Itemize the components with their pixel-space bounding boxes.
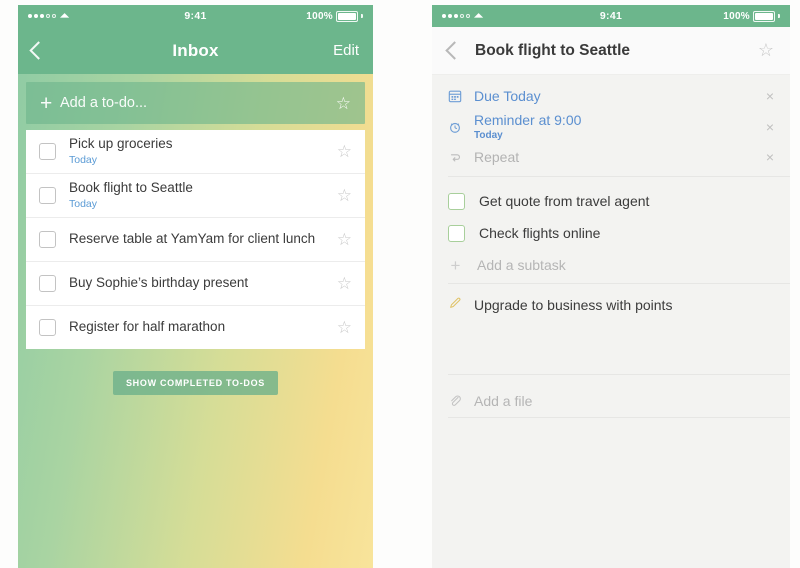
list-item[interactable]: Book flight to Seattle Today ☆ — [26, 174, 365, 218]
star-outline-icon[interactable]: ☆ — [337, 231, 352, 248]
due-date-label: Due Today — [474, 87, 541, 104]
list-item[interactable]: Reserve table at YamYam for client lunch… — [26, 218, 365, 262]
add-subtask-input[interactable]: + Add a subtask — [432, 249, 790, 281]
todo-title: Register for half marathon — [69, 319, 226, 335]
battery-cap — [778, 14, 780, 18]
todo-checkbox[interactable] — [39, 187, 56, 204]
right-status-right: 100% — [723, 10, 780, 22]
note-section[interactable]: Upgrade to business with points — [432, 284, 790, 374]
todo-due-label: Today — [69, 154, 98, 167]
calendar-icon — [448, 89, 470, 103]
add-todo-input[interactable]: + Add a to-do... ☆ — [26, 82, 365, 124]
list-item[interactable]: Pick up groceries Today ☆ — [26, 130, 365, 174]
todo-title: Reserve table at YamYam for client lunch — [69, 231, 316, 247]
plus-icon: + — [450, 255, 461, 275]
task-detail-screen: ⏶ 9:41 100% Book flight to Seattle ☆ Due… — [432, 5, 790, 568]
repeat-body: Repeat — [474, 148, 758, 166]
subtask-label: Get quote from travel agent — [479, 193, 650, 210]
reminder-label: Reminder at 9:00 — [474, 112, 582, 128]
star-outline-icon[interactable]: ☆ — [337, 143, 352, 160]
todo-title: Book flight to Seattle — [69, 180, 193, 196]
page-title: Inbox — [172, 40, 219, 60]
todo-checkbox[interactable] — [39, 143, 56, 160]
list-item[interactable]: Register for half marathon ☆ — [26, 306, 365, 349]
right-status-bar: ⏶ 9:41 100% — [432, 5, 790, 27]
todo-title: Buy Sophie’s birthday present — [69, 275, 249, 291]
show-completed-wrap: SHOW COMPLETED TO-DOS — [18, 371, 373, 395]
due-date-row[interactable]: Due Today × — [432, 81, 790, 111]
reminder-body: Reminder at 9:00 Today — [474, 111, 758, 142]
todo-due-label: Today — [69, 198, 98, 211]
subtask-label: Check flights online — [479, 225, 601, 242]
alarm-clock-icon — [448, 120, 470, 134]
subtask-checkbox[interactable] — [448, 224, 465, 242]
todo-list: Pick up groceries Today ☆ Book flight to… — [26, 130, 365, 349]
inbox-screen: ⏶ 9:41 100% Inbox Edit + Add a to-do... … — [18, 5, 373, 568]
subtask-list: Get quote from travel agent Check flight… — [432, 177, 790, 283]
note-row: Upgrade to business with points — [432, 296, 790, 316]
todo-checkbox[interactable] — [39, 275, 56, 292]
star-outline-icon[interactable]: ☆ — [758, 40, 774, 61]
todo-body: Book flight to Seattle Today — [69, 179, 337, 212]
todo-body: Register for half marathon — [69, 318, 337, 336]
battery-full-icon — [336, 10, 358, 22]
todo-body: Pick up groceries Today — [69, 135, 337, 168]
note-text: Upgrade to business with points — [474, 297, 673, 314]
file-section[interactable]: Add a file — [432, 375, 790, 417]
battery-percent-label: 100% — [306, 10, 333, 22]
battery-percent-label: 100% — [723, 10, 750, 22]
star-outline-icon[interactable]: ☆ — [336, 95, 351, 112]
list-item[interactable]: Check flights online — [432, 217, 790, 249]
repeat-row[interactable]: Repeat × — [432, 142, 790, 172]
todo-title: Pick up groceries — [69, 136, 173, 152]
pencil-icon — [448, 296, 470, 315]
subtask-checkbox[interactable] — [448, 192, 465, 210]
add-file-placeholder: Add a file — [474, 393, 533, 410]
add-file-row: Add a file — [432, 385, 790, 417]
add-subtask-placeholder: Add a subtask — [477, 257, 566, 274]
star-outline-icon[interactable]: ☆ — [337, 187, 352, 204]
star-outline-icon[interactable]: ☆ — [337, 275, 352, 292]
clear-reminder-button[interactable]: × — [758, 120, 774, 134]
repeat-icon — [448, 150, 470, 164]
task-meta-block: Due Today × Reminder at 9:00 Today × Rep… — [432, 75, 790, 177]
todo-checkbox[interactable] — [39, 231, 56, 248]
clear-due-date-button[interactable]: × — [758, 89, 774, 103]
battery-full-icon — [753, 10, 775, 22]
star-outline-icon[interactable]: ☆ — [337, 319, 352, 336]
repeat-label: Repeat — [474, 149, 520, 166]
todo-body: Reserve table at YamYam for client lunch — [69, 230, 337, 248]
paperclip-icon — [448, 393, 470, 410]
todo-checkbox[interactable] — [39, 319, 56, 336]
chevron-left-icon[interactable] — [445, 41, 464, 60]
list-item[interactable]: Buy Sophie’s birthday present ☆ — [26, 262, 365, 306]
left-status-right: 100% — [306, 10, 363, 22]
divider — [448, 417, 790, 419]
show-completed-button[interactable]: SHOW COMPLETED TO-DOS — [112, 371, 279, 395]
due-date-body: Due Today — [474, 87, 758, 105]
reminder-sublabel: Today — [474, 130, 503, 142]
inbox-navbar: Inbox Edit — [18, 27, 373, 74]
detail-navbar: Book flight to Seattle ☆ — [432, 27, 790, 75]
plus-icon: + — [40, 91, 53, 115]
left-status-bar: ⏶ 9:41 100% — [18, 5, 373, 27]
add-todo-placeholder: Add a to-do... — [60, 95, 148, 111]
battery-cap — [361, 14, 363, 18]
clear-repeat-button[interactable]: × — [758, 150, 774, 164]
todo-body: Buy Sophie’s birthday present — [69, 274, 337, 292]
edit-button[interactable]: Edit — [333, 42, 359, 59]
reminder-row[interactable]: Reminder at 9:00 Today × — [432, 111, 790, 142]
task-title: Book flight to Seattle — [475, 41, 630, 59]
list-item[interactable]: Get quote from travel agent — [432, 185, 790, 217]
